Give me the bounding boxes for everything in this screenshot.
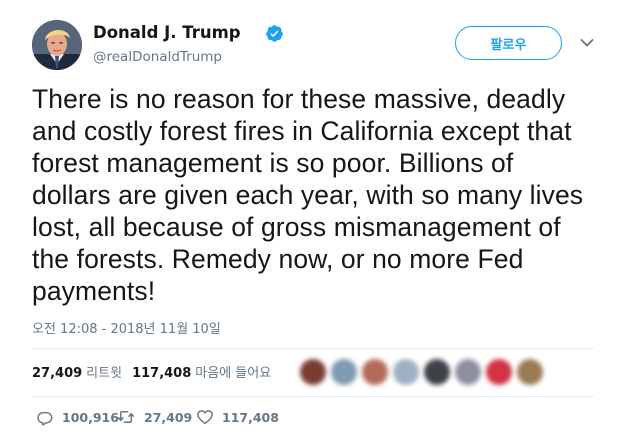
liker-avatar[interactable] xyxy=(393,359,419,385)
tweet-header: Donald J. Trump @realDonaldTrump 팔로우 xyxy=(32,16,612,72)
verified-badge-icon xyxy=(266,25,283,42)
liker-avatar[interactable] xyxy=(455,359,481,385)
tweet-text: There is no reason for these massive, de… xyxy=(32,83,612,307)
liker-avatar[interactable] xyxy=(424,359,450,385)
liker-avatar[interactable] xyxy=(300,359,326,385)
tweet-card: Donald J. Trump @realDonaldTrump 팔로우 The… xyxy=(0,0,627,439)
follow-button[interactable]: 팔로우 xyxy=(455,26,562,60)
tweet-text-line: forest management is so poor. Billions o… xyxy=(32,148,514,178)
retweet-stat-count: 27,409 xyxy=(32,366,83,381)
like-stat-label: 마음에 들어요 xyxy=(195,366,272,381)
tweet-timestamp[interactable]: 오전 12:08 - 2018년 11월 10일 xyxy=(32,318,221,337)
retweet-stat[interactable]: 27,409 리트윗 xyxy=(32,366,122,381)
chevron-down-icon[interactable] xyxy=(580,38,594,48)
like-button[interactable]: 117,408 xyxy=(196,408,279,426)
liker-avatar[interactable] xyxy=(362,359,388,385)
like-stat[interactable]: 117,408 마음에 들어요 xyxy=(132,366,271,381)
avatar[interactable] xyxy=(32,20,82,70)
retweet-count: 27,409 xyxy=(144,409,193,425)
tweet-text-line: and costly forest fires in California ex… xyxy=(32,116,572,146)
tweet-text-line: payments! xyxy=(32,276,156,306)
liker-avatar[interactable] xyxy=(331,359,357,385)
divider xyxy=(32,396,594,397)
like-count: 117,408 xyxy=(222,409,279,425)
retweet-icon xyxy=(117,411,135,423)
reply-count: 100,916 xyxy=(62,409,119,425)
reply-icon xyxy=(37,411,53,426)
tweet-text-line: dollars are given each year, with so man… xyxy=(32,180,584,210)
tweet-text-line: the forests. Remedy now, or no more Fed xyxy=(32,244,524,274)
retweet-button[interactable]: 27,409 xyxy=(116,408,192,426)
tweet-text-line: There is no reason for these massive, de… xyxy=(32,84,566,114)
liker-avatar[interactable] xyxy=(517,359,543,385)
liker-avatar[interactable] xyxy=(486,359,512,385)
tweet-stats: 27,409 리트윗 117,408 마음에 들어요 xyxy=(32,362,271,386)
retweet-stat-label: 리트윗 xyxy=(86,366,123,381)
user-handle[interactable]: @realDonaldTrump xyxy=(93,49,222,65)
like-stat-count: 117,408 xyxy=(132,366,192,381)
tweet-text-line: lost, all because of gross mismanagement… xyxy=(32,212,561,242)
like-icon xyxy=(197,410,213,425)
user-display-name[interactable]: Donald J. Trump xyxy=(93,23,241,42)
divider xyxy=(32,348,594,349)
reply-button[interactable]: 100,916 xyxy=(36,408,119,426)
